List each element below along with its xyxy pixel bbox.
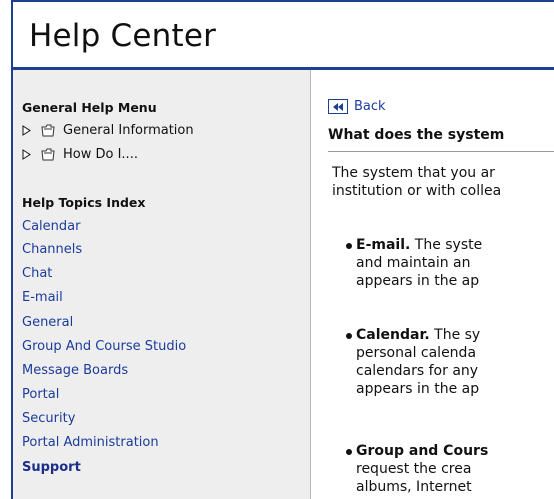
back-label[interactable]: Back	[354, 99, 386, 114]
bullet-text: calendars for any	[356, 363, 479, 379]
bullet-group-and-course: Group and Cours request the crea albums,…	[346, 442, 554, 496]
bullet-text: albums, Internet	[356, 479, 472, 495]
folder-icon	[41, 148, 55, 161]
content-divider	[328, 151, 554, 152]
bullet-term: Group and Cours	[356, 443, 489, 459]
topic-link-support[interactable]: Support	[22, 460, 81, 475]
topic-link-channels[interactable]: Channels	[22, 242, 82, 257]
topic-link-portal[interactable]: Portal	[22, 387, 59, 402]
triangle-right-icon[interactable]	[22, 123, 34, 137]
tree-item-label: How Do I....	[63, 146, 138, 162]
topic-link-general[interactable]: General	[22, 315, 73, 330]
bullet-text: request the crea	[356, 461, 472, 477]
bullet-term: E-mail.	[356, 237, 411, 253]
content-heading: What does the system	[328, 127, 505, 143]
tree-item-how-do-i[interactable]: How Do I....	[22, 145, 138, 163]
topic-link-message-boards[interactable]: Message Boards	[22, 363, 128, 378]
bullet-text: appears in the ap	[356, 273, 480, 289]
topic-link-calendar[interactable]: Calendar	[22, 219, 80, 234]
back-link[interactable]: Back	[328, 99, 386, 114]
topic-link-portal-administration[interactable]: Portal Administration	[22, 435, 159, 450]
folder-icon	[41, 124, 55, 137]
bullet-dot	[346, 333, 352, 339]
bullet-term: Calendar.	[356, 327, 430, 343]
topic-link-chat[interactable]: Chat	[22, 266, 52, 281]
page-margin	[0, 0, 11, 499]
topic-link-security[interactable]: Security	[22, 411, 75, 426]
help-content: Back What does the system The system tha…	[311, 70, 554, 499]
help-sidebar: General Help Menu General Information Ho…	[11, 70, 311, 499]
help-topics-index-heading: Help Topics Index	[22, 195, 146, 210]
tree-item-label: General Information	[63, 122, 194, 138]
bullet-text: and maintain an	[356, 255, 471, 271]
tree-item-general-information[interactable]: General Information	[22, 121, 194, 139]
intro-line-2: institution or with collea	[332, 183, 502, 199]
bullet-email: E-mail. The syste and maintain an appear…	[346, 236, 554, 290]
page-header: Help Center	[11, 0, 554, 67]
bullet-dot	[346, 243, 352, 249]
rewind-icon[interactable]	[328, 99, 348, 114]
bullet-calendar: Calendar. The sy personal calenda calend…	[346, 326, 554, 398]
intro-line-1: The system that you ar	[332, 165, 495, 181]
topic-link-group-and-course-studio[interactable]: Group And Course Studio	[22, 339, 186, 354]
topic-link-email[interactable]: E-mail	[22, 290, 63, 305]
bullet-text: appears in the ap	[356, 381, 480, 397]
bullet-dot	[346, 449, 352, 455]
bullet-text: The syste	[410, 237, 483, 253]
page-title: Help Center	[29, 18, 217, 54]
general-help-menu-heading: General Help Menu	[22, 100, 157, 115]
bullet-text: personal calenda	[356, 345, 477, 361]
triangle-right-icon[interactable]	[22, 147, 34, 161]
bullet-text: The sy	[429, 327, 481, 343]
